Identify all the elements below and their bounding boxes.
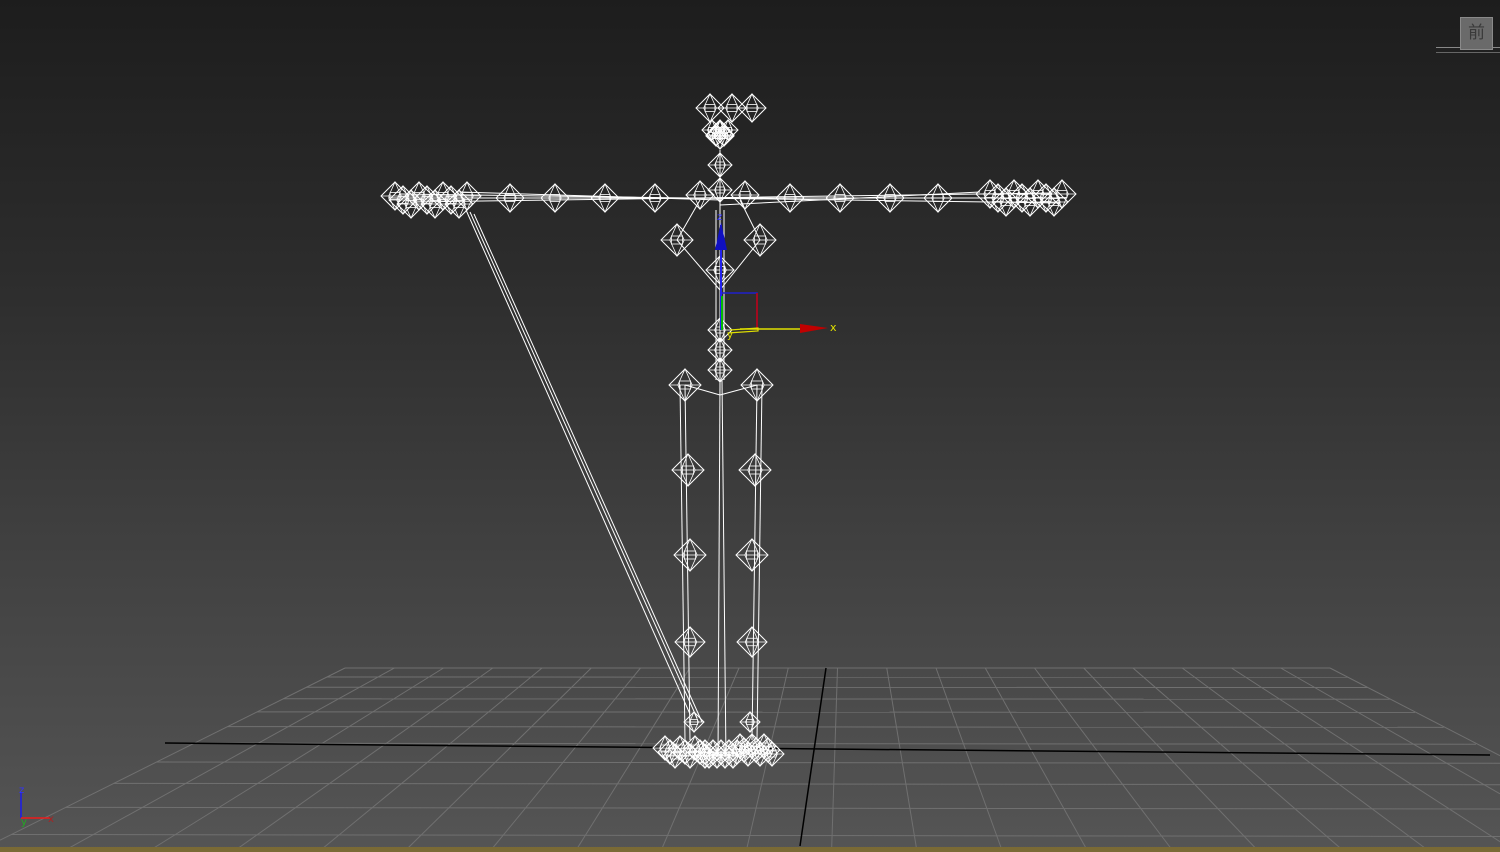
bone-joint: [738, 453, 772, 487]
bone-joint: [660, 223, 694, 257]
grid-line: [1132, 667, 1343, 851]
grid-line: [405, 667, 592, 851]
grid-line: [1083, 667, 1258, 851]
perspective-viewport[interactable]: z x y z x y 前: [0, 0, 1500, 852]
grid-line: [1034, 667, 1173, 851]
tripod-x-label: x: [48, 814, 54, 825]
bone-line: [756, 384, 763, 741]
gizmo-x-label: x: [830, 321, 837, 334]
bone-joint: [452, 181, 482, 211]
grid-line: [886, 667, 918, 851]
grid-line: [113, 782, 1500, 786]
bone-joint: [1047, 179, 1077, 209]
bone-line: [469, 211, 698, 719]
viewport-bottom-border: [0, 847, 1500, 852]
grid-line: [1329, 667, 1500, 757]
tripod-y-label: y: [21, 817, 27, 828]
grid-line: [257, 711, 1416, 713]
grid-line: [831, 667, 838, 851]
tripod-z-label: z: [19, 785, 24, 796]
bone-joint: [735, 538, 769, 572]
grid-line: [490, 667, 641, 851]
gizmo-xz-plane[interactable]: [722, 292, 758, 330]
grid-line: [984, 667, 1088, 851]
grid-line: [65, 806, 1500, 810]
grid-axis-y: [799, 667, 827, 847]
gizmo-z-label: z: [717, 212, 722, 223]
grid-line: [65, 667, 395, 851]
bone-joint: [743, 223, 777, 257]
grid-line: [1181, 667, 1428, 851]
bone-joint: [923, 183, 953, 213]
grid-line: [150, 667, 444, 851]
grid-line: [235, 667, 494, 851]
viewcube-front-face[interactable]: 前: [1460, 17, 1493, 50]
grid-line: [1280, 667, 1500, 795]
bone-joint: [683, 711, 705, 733]
bone-joint: [671, 453, 705, 487]
grid-line: [935, 667, 1003, 851]
bone-joint: [875, 183, 905, 213]
grid-line: [11, 834, 1500, 837]
bone-joint: [736, 626, 768, 658]
bone-joint: [495, 183, 525, 213]
bone-line: [473, 213, 703, 723]
bone-joint: [540, 183, 570, 213]
bone-line: [676, 239, 721, 291]
gizmo-y-label: y: [727, 330, 733, 341]
bone-joint: [673, 538, 707, 572]
viewport-scene[interactable]: z x y z x y: [0, 0, 1500, 852]
bone-line: [717, 379, 721, 761]
gizmo-x-arrow[interactable]: [800, 324, 828, 333]
bone-joint: [825, 183, 855, 213]
bone-joint: [685, 180, 715, 210]
bone-joint: [730, 180, 760, 210]
gizmo-z-arrow[interactable]: [715, 222, 727, 250]
home-grid: [0, 667, 1500, 851]
grid-line: [320, 667, 543, 851]
bone-joint: [674, 626, 706, 658]
biped-skeleton-wireframe[interactable]: [380, 93, 1077, 769]
bone-line: [459, 191, 721, 201]
bone-joint: [737, 93, 767, 123]
bone-joint: [590, 183, 620, 213]
bone-joint: [775, 183, 805, 213]
move-gizmo[interactable]: z x y: [715, 212, 837, 341]
bone-line: [465, 209, 691, 715]
bone-joint: [640, 183, 670, 213]
